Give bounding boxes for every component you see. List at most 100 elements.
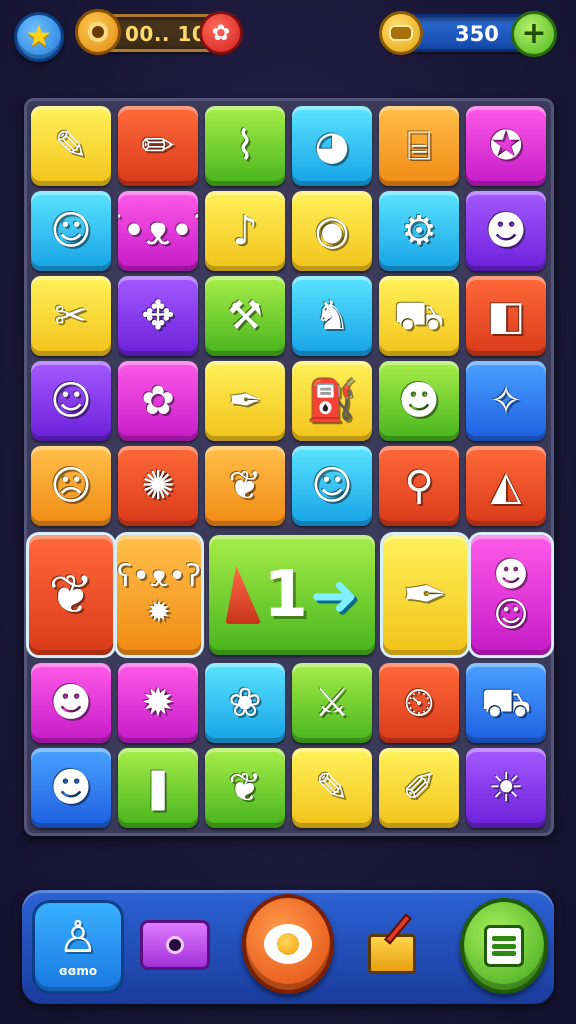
list-icon bbox=[484, 925, 524, 967]
flag-icon: ◧ bbox=[487, 293, 525, 339]
star-button[interactable]: ★ bbox=[14, 12, 64, 62]
ticket-icon bbox=[166, 936, 184, 954]
tile-double[interactable]: ʕ•ᴥ•ʔ ✹ bbox=[117, 535, 201, 655]
tile[interactable]: ◭ bbox=[466, 446, 546, 526]
tile[interactable]: ♞ bbox=[292, 276, 372, 356]
tile[interactable]: ☀ bbox=[466, 748, 546, 828]
feather-icon: ✧ bbox=[489, 378, 523, 424]
tile[interactable]: ⚒ bbox=[205, 276, 285, 356]
shell-icon: ❀ bbox=[228, 680, 262, 726]
tile[interactable]: ❦ bbox=[29, 535, 113, 655]
tile[interactable]: ✧ bbox=[466, 361, 546, 441]
blue-spiky-icon: ✹ bbox=[146, 595, 172, 630]
tile[interactable]: ☺ bbox=[31, 361, 111, 441]
ball-icon: ◕ bbox=[314, 123, 350, 169]
tile[interactable]: ❀ bbox=[205, 663, 285, 743]
chick-icon: ☻ bbox=[50, 680, 92, 726]
tile[interactable]: ☺ bbox=[292, 446, 372, 526]
candy-icon: ❚ bbox=[141, 765, 175, 811]
game-board: ✎ ✏ ⌇ ◕ ⌸ ✪ ☺ ʕ•ᴥ•ʔ ♪ ◉ ⚙ ☻ ✂ ✥ ⚒ ♞ ⛟ ◧ ☺ ✿ ✒ ⛽ ☻ ✧ ☹ ✺ ❦ ☺ ⚲ ◭ ☻ ✹ ❀ ⚔ ⏲ ⛟… bbox=[24, 98, 554, 836]
star-icon: ★ bbox=[25, 19, 53, 54]
beetle-icon: ✹ bbox=[141, 680, 175, 726]
red-flower-icon[interactable]: ✿ bbox=[199, 11, 243, 55]
gear-icon: ⚙ bbox=[401, 208, 437, 254]
tile[interactable]: ❚ bbox=[118, 748, 198, 828]
bear-icon: ☻ bbox=[398, 378, 440, 424]
tile[interactable]: ⏲ bbox=[379, 663, 459, 743]
ticket-button[interactable] bbox=[140, 920, 210, 970]
tile[interactable]: ❦ bbox=[205, 748, 285, 828]
tile[interactable]: ✿ bbox=[118, 361, 198, 441]
pen-nib-icon: ✒ bbox=[228, 378, 262, 424]
cat-icon: ☺ bbox=[50, 378, 92, 424]
tile[interactable]: ⌇ bbox=[205, 106, 285, 186]
gear-badge-icon bbox=[75, 9, 121, 55]
tile[interactable]: ⚙ bbox=[379, 191, 459, 271]
tile[interactable]: ⛽ bbox=[292, 361, 372, 441]
flower-glyph: ✿ bbox=[211, 20, 231, 46]
mode-button[interactable]: ♙ ɞɞmo bbox=[32, 900, 124, 994]
tile[interactable]: ✥ bbox=[118, 276, 198, 356]
fox-icon: ☺ bbox=[311, 463, 353, 509]
brush-icon: ❦ bbox=[228, 765, 262, 811]
tile[interactable]: ⚲ bbox=[379, 446, 459, 526]
crayon-icon: ✎ bbox=[315, 765, 349, 811]
tile[interactable]: ☻ bbox=[31, 663, 111, 743]
tile[interactable]: ☻ bbox=[379, 361, 459, 441]
tile[interactable]: ◕ bbox=[292, 106, 372, 186]
tile[interactable]: ☻ bbox=[466, 191, 546, 271]
tile[interactable]: ♪ bbox=[205, 191, 285, 271]
timer-value: 00.. 10 bbox=[125, 22, 207, 46]
tile[interactable]: ⌸ bbox=[379, 106, 459, 186]
tool-icon: ⚒ bbox=[227, 293, 263, 339]
palm-tree-icon: ❦ bbox=[48, 563, 94, 626]
toolbox-button[interactable] bbox=[358, 908, 438, 984]
blue-cat-icon: ☺ bbox=[493, 595, 529, 635]
tile[interactable]: ✏ bbox=[118, 106, 198, 186]
tile[interactable]: ✒ bbox=[205, 361, 285, 441]
add-coins-button[interactable]: + bbox=[511, 11, 557, 57]
magnifier-icon: ⚲ bbox=[404, 463, 434, 509]
bottom-bar: ♙ ɞɞmo bbox=[22, 890, 554, 1004]
play-egg-button[interactable] bbox=[242, 894, 334, 994]
menu-button[interactable] bbox=[460, 898, 548, 994]
tile[interactable]: ⚔ bbox=[292, 663, 372, 743]
tile[interactable]: ⛟ bbox=[466, 663, 546, 743]
coin-counter: 350 + bbox=[379, 11, 557, 57]
mode-label: ɞɞmo bbox=[58, 964, 98, 978]
tile[interactable]: ◉ bbox=[292, 191, 372, 271]
camera-icon: ⌸ bbox=[407, 123, 431, 169]
tile[interactable]: ʕ•ᴥ•ʔ bbox=[118, 191, 198, 271]
combo-tile[interactable]: 1 ➜ bbox=[209, 535, 375, 655]
tile-double[interactable]: ☻ ☺ bbox=[471, 535, 551, 655]
tile[interactable]: ⛟ bbox=[379, 276, 459, 356]
blob-face-icon: ☺ bbox=[50, 208, 92, 254]
tile[interactable]: ✹ bbox=[118, 663, 198, 743]
cat-face-icon: ☻ bbox=[485, 208, 527, 254]
bear-face-icon: ʕ•ᴥ•ʔ bbox=[118, 208, 198, 254]
tile[interactable]: ☻ bbox=[31, 748, 111, 828]
leaf-icon: ❦ bbox=[228, 463, 262, 509]
pencil-icon: ✏ bbox=[141, 123, 175, 169]
ghost-icon: ♙ bbox=[58, 912, 98, 963]
tile[interactable]: ✎ bbox=[292, 748, 372, 828]
tile[interactable]: ☺ bbox=[31, 191, 111, 271]
tube-icon: ✒ bbox=[402, 563, 448, 626]
tile[interactable]: ✂ bbox=[31, 276, 111, 356]
mouse-face-icon: ʕ•ᴥ•ʔ bbox=[117, 559, 201, 594]
tile[interactable]: ✐ bbox=[379, 748, 459, 828]
tile[interactable]: ◧ bbox=[466, 276, 546, 356]
eye-blob-icon: ◉ bbox=[314, 208, 350, 254]
tile[interactable]: ☹ bbox=[31, 446, 111, 526]
bug-icon: ✿ bbox=[141, 378, 175, 424]
red-wedge-icon bbox=[225, 566, 262, 624]
tile[interactable]: ✎ bbox=[31, 106, 111, 186]
coin-pot-icon bbox=[379, 11, 423, 55]
tile[interactable]: ✺ bbox=[118, 446, 198, 526]
arrow-right-icon: ➜ bbox=[309, 561, 359, 629]
tile[interactable]: ✒ bbox=[383, 535, 467, 655]
pickaxe-icon: ⚔ bbox=[314, 680, 350, 726]
clover-icon: ✥ bbox=[141, 293, 175, 339]
tile[interactable]: ✪ bbox=[466, 106, 546, 186]
tile[interactable]: ❦ bbox=[205, 446, 285, 526]
